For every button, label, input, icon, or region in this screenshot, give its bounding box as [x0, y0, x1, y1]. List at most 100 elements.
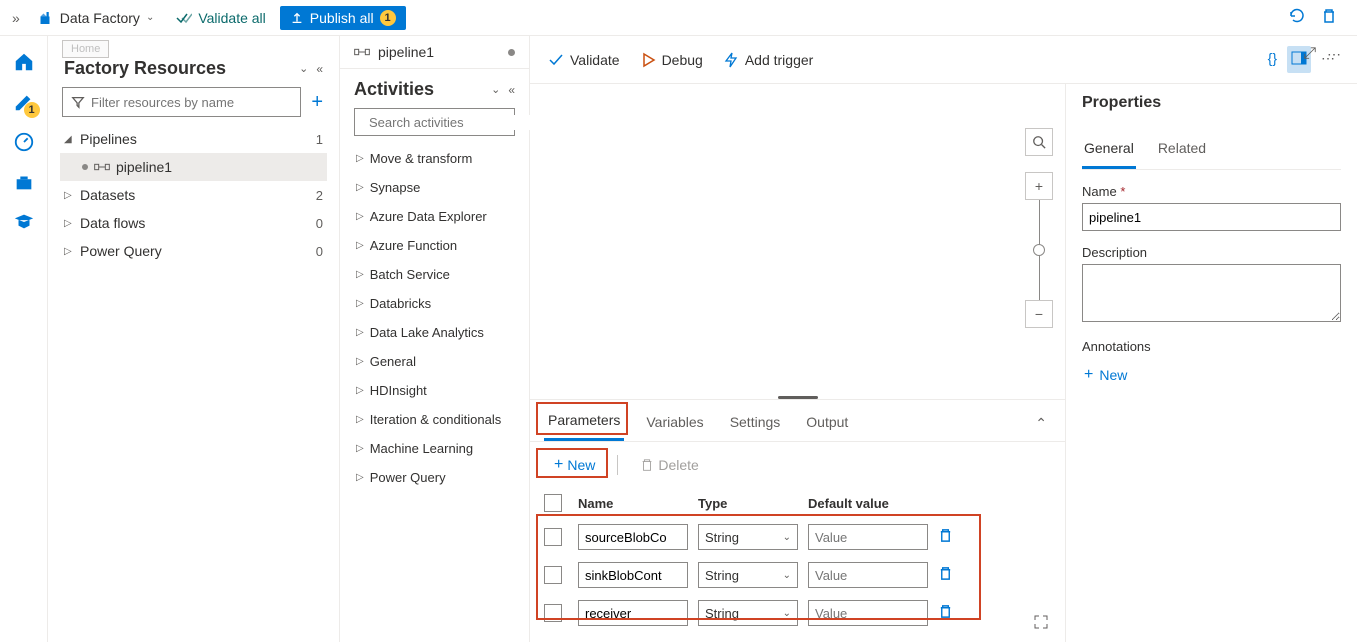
- add-trigger-button[interactable]: Add trigger: [723, 52, 813, 68]
- activity-category[interactable]: ▷Azure Function: [354, 231, 515, 260]
- open-pipeline-tab[interactable]: pipeline1: [340, 36, 529, 69]
- activity-category-label: Data Lake Analytics: [370, 325, 484, 340]
- row-checkbox[interactable]: [544, 566, 562, 584]
- rail-author[interactable]: 1: [6, 84, 42, 120]
- properties-tab-general[interactable]: General: [1082, 134, 1136, 169]
- debug-button[interactable]: Debug: [640, 52, 703, 68]
- activity-category[interactable]: ▷Batch Service: [354, 260, 515, 289]
- add-resource-button[interactable]: +: [309, 89, 325, 116]
- bottom-tab-settings[interactable]: Settings: [726, 408, 785, 440]
- tree-group-label: Pipelines: [80, 131, 137, 147]
- double-chevron-right-icon[interactable]: »: [8, 6, 24, 30]
- rail-monitor[interactable]: [6, 124, 42, 160]
- chevron-up-icon: ⌃: [1035, 415, 1047, 431]
- activity-category[interactable]: ▷Machine Learning: [354, 434, 515, 463]
- tree-group[interactable]: ▷Datasets2: [60, 181, 327, 209]
- bottom-collapse-button[interactable]: ⌃: [1031, 411, 1051, 436]
- row-delete-button[interactable]: [938, 568, 953, 585]
- rail-manage[interactable]: [6, 164, 42, 200]
- canvas-search-button[interactable]: [1025, 128, 1053, 156]
- code-view-button[interactable]: {}: [1264, 46, 1281, 73]
- search-activities-input[interactable]: [369, 115, 545, 130]
- row-checkbox[interactable]: [544, 604, 562, 622]
- activity-category[interactable]: ▷Azure Data Explorer: [354, 202, 515, 231]
- minus-icon: −: [1035, 306, 1043, 322]
- tree-group-label: Data flows: [80, 215, 145, 231]
- validate-all-button[interactable]: Validate all: [166, 6, 275, 30]
- discard-button[interactable]: [1317, 4, 1341, 31]
- column-type-header: Type: [698, 496, 798, 511]
- bottom-tab-parameters[interactable]: Parameters: [544, 406, 624, 441]
- play-icon: [640, 52, 656, 68]
- trash-icon: [1321, 8, 1337, 24]
- pipeline-name-input[interactable]: [1082, 203, 1341, 231]
- activity-category[interactable]: ▷Power Query: [354, 463, 515, 492]
- caret-right-icon: ▷: [356, 414, 364, 425]
- resources-collapse-icon[interactable]: «: [316, 62, 323, 76]
- zoom-slider[interactable]: [1039, 200, 1040, 300]
- trash-icon: [640, 458, 654, 472]
- new-annotation-button[interactable]: +New: [1082, 362, 1341, 388]
- param-type-select[interactable]: String⌄: [698, 562, 798, 588]
- data-factory-dropdown[interactable]: Data Factory ⌄: [28, 5, 163, 31]
- activities-expand-icon[interactable]: ⌄: [491, 83, 500, 97]
- ellipsis-icon: ⋯: [1327, 46, 1341, 62]
- activity-category[interactable]: ▷Move & transform: [354, 144, 515, 173]
- activity-category[interactable]: ▷General: [354, 347, 515, 376]
- activity-category[interactable]: ▷HDInsight: [354, 376, 515, 405]
- param-default-input[interactable]: [808, 562, 928, 588]
- expand-properties-button[interactable]: [1303, 46, 1317, 63]
- param-default-input[interactable]: [808, 600, 928, 626]
- select-all-checkbox[interactable]: [544, 494, 562, 512]
- plus-icon: +: [554, 456, 563, 474]
- bottom-tab-variables[interactable]: Variables: [642, 408, 707, 440]
- param-default-input[interactable]: [808, 524, 928, 550]
- properties-title: Properties: [1082, 94, 1161, 112]
- filter-resources-input-wrapper[interactable]: [62, 87, 301, 117]
- tree-group[interactable]: ▷Power Query0: [60, 237, 327, 265]
- search-activities-wrapper[interactable]: [354, 108, 515, 136]
- zoom-out-button[interactable]: −: [1025, 300, 1053, 328]
- publish-all-button[interactable]: Publish all 1: [280, 6, 406, 30]
- rail-home[interactable]: [6, 44, 42, 80]
- activity-category[interactable]: ▷Databricks: [354, 289, 515, 318]
- chevron-down-icon: ⌄: [783, 532, 791, 543]
- row-delete-button[interactable]: [938, 606, 953, 623]
- param-type-select[interactable]: String⌄: [698, 524, 798, 550]
- row-delete-button[interactable]: [938, 530, 953, 547]
- properties-tab-related[interactable]: Related: [1156, 134, 1208, 169]
- param-type-select[interactable]: String⌄: [698, 600, 798, 626]
- data-factory-icon: [36, 9, 54, 27]
- delete-parameter-button: Delete: [630, 453, 708, 477]
- properties-more-button[interactable]: ⋯: [1327, 46, 1341, 63]
- description-label: Description: [1082, 245, 1341, 260]
- tree-group[interactable]: ◢Pipelines1: [60, 125, 327, 153]
- parameter-row: String⌄: [544, 556, 1051, 594]
- bottom-tab-output[interactable]: Output: [802, 408, 852, 440]
- pipeline-canvas[interactable]: + − Parameters Variables Settings Output ⌃: [530, 84, 1065, 642]
- zoom-in-button[interactable]: +: [1025, 172, 1053, 200]
- pipeline-description-input[interactable]: [1082, 264, 1341, 322]
- tree-item[interactable]: pipeline1: [60, 153, 327, 181]
- rail-learn[interactable]: [6, 204, 42, 240]
- param-name-input[interactable]: [578, 562, 688, 588]
- activity-category-label: Azure Function: [370, 238, 457, 253]
- new-parameter-button[interactable]: +New: [544, 452, 605, 478]
- row-checkbox[interactable]: [544, 528, 562, 546]
- activities-collapse-icon[interactable]: «: [508, 83, 515, 97]
- filter-resources-input[interactable]: [91, 95, 292, 110]
- activity-category[interactable]: ▷Data Lake Analytics: [354, 318, 515, 347]
- activity-category[interactable]: ▷Synapse: [354, 173, 515, 202]
- refresh-button[interactable]: [1285, 4, 1309, 31]
- tree-group[interactable]: ▷Data flows0: [60, 209, 327, 237]
- separator: [617, 455, 618, 475]
- validate-button[interactable]: Validate: [548, 52, 620, 68]
- dirty-dot-icon: [82, 164, 88, 170]
- param-name-input[interactable]: [578, 524, 688, 550]
- zoom-thumb[interactable]: [1033, 244, 1045, 256]
- param-name-input[interactable]: [578, 600, 688, 626]
- pipeline-icon: [354, 44, 370, 60]
- resources-expand-icon[interactable]: ⌄: [299, 62, 308, 76]
- home-tab-chip[interactable]: Home: [62, 40, 109, 58]
- activity-category[interactable]: ▷Iteration & conditionals: [354, 405, 515, 434]
